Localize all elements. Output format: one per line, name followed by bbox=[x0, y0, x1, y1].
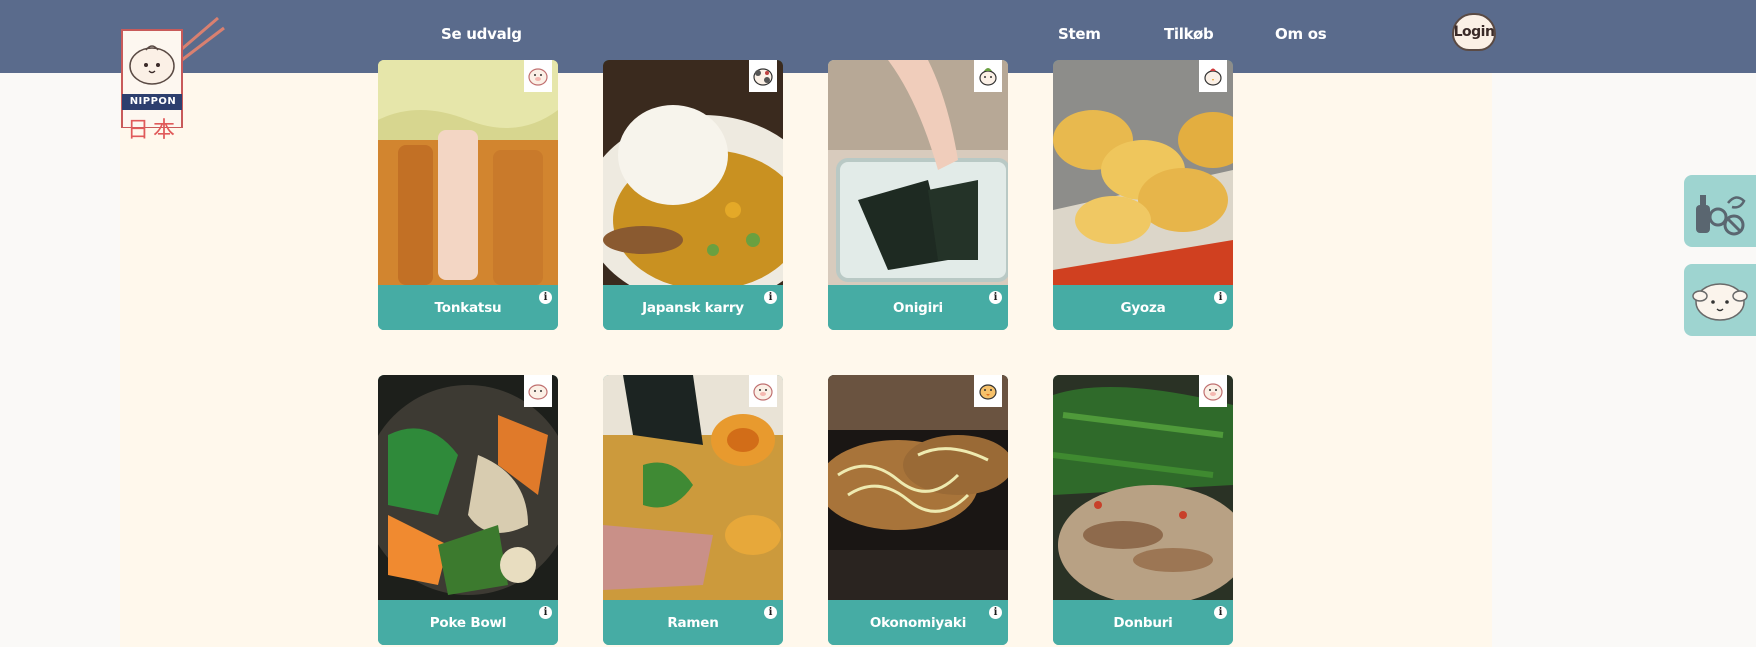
dish-card-okonomiyaki[interactable]: Okonomiyaki i bbox=[828, 375, 1008, 645]
info-icon[interactable]: i bbox=[1214, 291, 1227, 304]
dish-card-poke-bowl[interactable]: Poke Bowl i bbox=[378, 375, 558, 645]
nav-link-om-os[interactable]: Om os bbox=[1275, 22, 1327, 46]
onigiri-image bbox=[828, 60, 1008, 285]
nav-link-se-udvalg[interactable]: Se udvalg bbox=[441, 22, 522, 46]
logo-kanji: 日本 bbox=[126, 118, 179, 143]
pig-icon bbox=[749, 375, 777, 407]
gyoza-image bbox=[1053, 60, 1233, 285]
dish-card-donburi[interactable]: Donburi i bbox=[1053, 375, 1233, 645]
allergens-side-tab[interactable] bbox=[1684, 175, 1756, 247]
dish-name: Poke Bowl bbox=[378, 600, 558, 645]
dish-card-gyoza[interactable]: Gyoza i bbox=[1053, 60, 1233, 330]
dish-name: Tonkatsu bbox=[378, 285, 558, 330]
nav-link-tilkob[interactable]: Tilkøb bbox=[1164, 22, 1214, 46]
ramen-image bbox=[603, 375, 783, 600]
info-icon[interactable]: i bbox=[539, 606, 552, 619]
main-content-area bbox=[120, 73, 1492, 647]
dish-card-tonkatsu[interactable]: Tonkatsu i bbox=[378, 60, 558, 330]
okonomiyaki-image bbox=[828, 375, 1008, 600]
dish-name: Onigiri bbox=[828, 285, 1008, 330]
fish-icon bbox=[524, 375, 552, 407]
info-icon[interactable]: i bbox=[1214, 606, 1227, 619]
nippon-logo[interactable]: NIPPON 日本 bbox=[120, 16, 225, 148]
info-icon[interactable]: i bbox=[764, 291, 777, 304]
nav-link-stem[interactable]: Stem bbox=[1058, 22, 1101, 46]
dish-card-japansk-karry[interactable]: Japansk karry i bbox=[603, 60, 783, 330]
vegetable-icon bbox=[974, 60, 1002, 92]
donburi-image bbox=[1053, 375, 1233, 600]
dish-card-onigiri[interactable]: Onigiri i bbox=[828, 60, 1008, 330]
dish-name: Ramen bbox=[603, 600, 783, 645]
japansk-karry-image bbox=[603, 60, 783, 285]
pig-icon bbox=[524, 60, 552, 92]
poke-bowl-image bbox=[378, 375, 558, 600]
info-icon[interactable]: i bbox=[989, 606, 1002, 619]
dish-name: Japansk karry bbox=[603, 285, 783, 330]
info-icon[interactable]: i bbox=[539, 291, 552, 304]
login-button[interactable]: Login bbox=[1452, 13, 1496, 51]
allergens-icon bbox=[1696, 195, 1746, 236]
logo-graphic bbox=[121, 16, 225, 128]
dish-card-ramen[interactable]: Ramen i bbox=[603, 375, 783, 645]
dish-name: Okonomiyaki bbox=[828, 600, 1008, 645]
sheep-side-tab[interactable] bbox=[1684, 264, 1756, 336]
dish-name: Gyoza bbox=[1053, 285, 1233, 330]
cow-icon bbox=[749, 60, 777, 92]
duck-icon bbox=[974, 375, 1002, 407]
logo-text: NIPPON bbox=[129, 96, 177, 107]
tonkatsu-image bbox=[378, 60, 558, 285]
dish-name: Donburi bbox=[1053, 600, 1233, 645]
pig-icon bbox=[1199, 375, 1227, 407]
chicken-icon bbox=[1199, 60, 1227, 92]
info-icon[interactable]: i bbox=[764, 606, 777, 619]
info-icon[interactable]: i bbox=[989, 291, 1002, 304]
sheep-icon bbox=[1692, 283, 1748, 321]
